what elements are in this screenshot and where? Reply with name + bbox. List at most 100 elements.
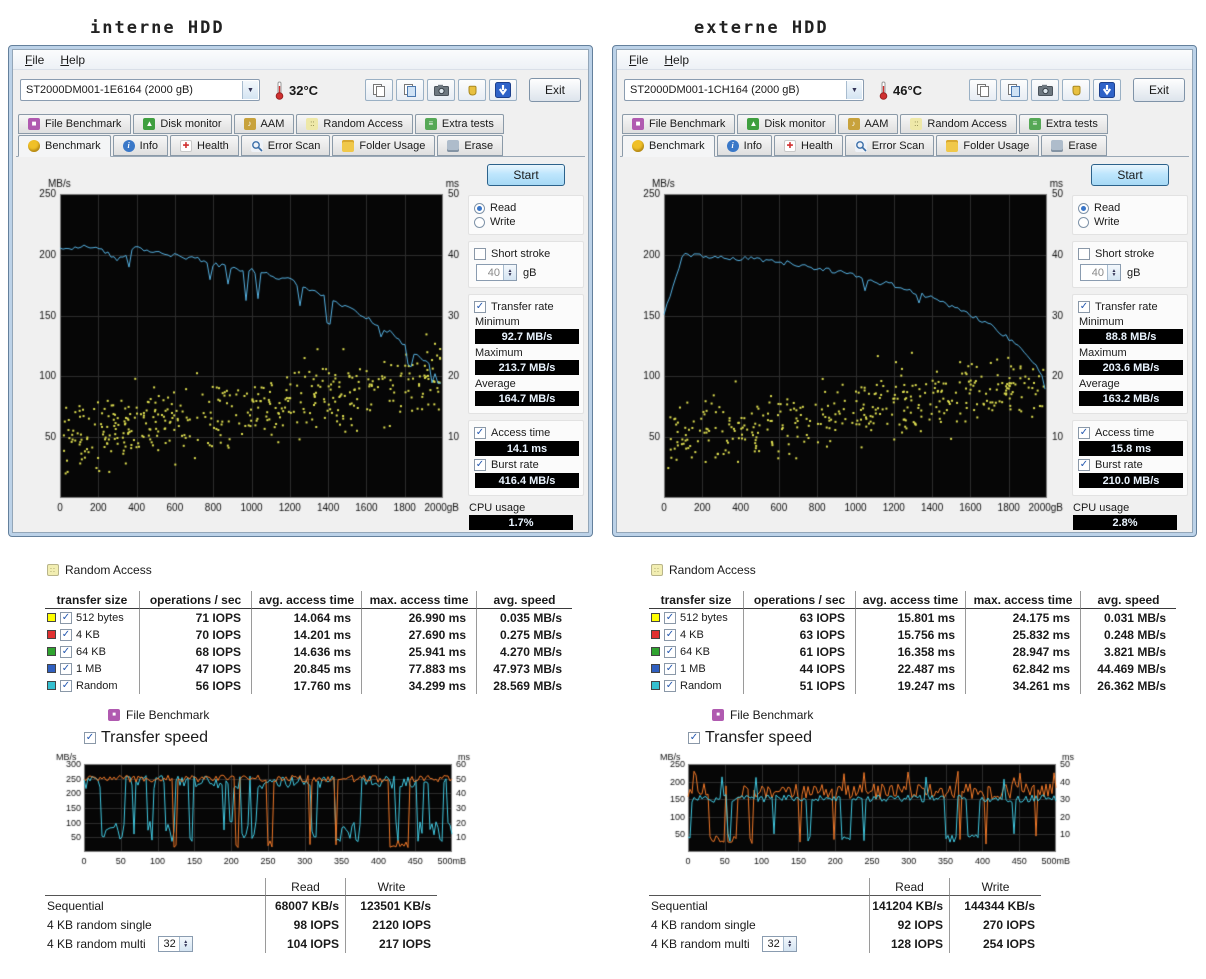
tab-erase[interactable]: Erase xyxy=(1041,135,1108,156)
drive-select[interactable]: ST2000DM001-1E6164 (2000 gB) ▼ xyxy=(20,79,260,101)
ra-series-cell: 512 bytes xyxy=(649,609,744,626)
tab-erase[interactable]: Erase xyxy=(437,135,504,156)
exit-button[interactable]: Exit xyxy=(529,78,581,102)
series-label: 512 bytes xyxy=(76,611,124,624)
transfer-rate-checkbox[interactable]: Transfer rate xyxy=(1078,301,1182,313)
tab-disk-monitor[interactable]: ▲ Disk monitor xyxy=(737,114,836,134)
spinner-arrows-icon[interactable]: ▲ ▼ xyxy=(1107,265,1120,280)
tab-file-benchmark[interactable]: ■ File Benchmark xyxy=(622,114,736,134)
ra-series-cell: 1 MB xyxy=(649,660,744,677)
read-radio[interactable]: Read xyxy=(474,202,578,214)
multi-count-field[interactable]: 32 ▲ ▼ xyxy=(761,935,797,952)
write-radio[interactable]: Write xyxy=(1078,216,1182,228)
access-time-checkbox[interactable]: Access time xyxy=(474,427,578,439)
random-access-row: 4 KB 70 IOPS14.201 ms27.690 ms 0.275 MB/s xyxy=(45,626,572,643)
start-button[interactable]: Start xyxy=(1091,164,1169,186)
series-checkbox[interactable] xyxy=(664,679,676,692)
menu-help[interactable]: Help xyxy=(52,52,93,68)
tab-label: AAM xyxy=(864,118,889,130)
tab-benchmark[interactable]: Benchmark xyxy=(622,135,715,157)
short-stroke-checkbox[interactable]: Short stroke xyxy=(474,248,578,260)
tab-folder-usage[interactable]: Folder Usage xyxy=(936,135,1040,156)
average-value: 164.7 MB/s xyxy=(475,391,579,406)
tab-folder-usage[interactable]: Folder Usage xyxy=(332,135,436,156)
menu-file[interactable]: File xyxy=(17,52,52,68)
burst-rate-checkbox[interactable]: Burst rate xyxy=(1078,459,1182,471)
spinner-arrows-icon[interactable]: ▲ ▼ xyxy=(503,265,516,280)
file-benchmark-icon: ■ xyxy=(712,709,724,721)
copy-pages-icon xyxy=(977,84,989,97)
radio-selected-icon xyxy=(1078,202,1089,214)
tab-label: Benchmark xyxy=(45,140,101,152)
tab-benchmark[interactable]: Benchmark xyxy=(18,135,111,157)
short-stroke-value-field[interactable]: 40 ▲ ▼ xyxy=(476,264,517,281)
series-checkbox[interactable] xyxy=(60,628,72,641)
file-benchmark-chart xyxy=(652,750,1092,882)
hand-button[interactable] xyxy=(1062,79,1090,101)
ra-value: 51 IOPS xyxy=(744,677,856,694)
copy-image-button[interactable] xyxy=(1000,79,1028,101)
tab-health[interactable]: ✚ Health xyxy=(774,135,843,156)
tab-info[interactable]: i Info xyxy=(112,135,168,156)
tab-disk-monitor[interactable]: ▲ Disk monitor xyxy=(133,114,232,134)
random-single-row: 4 KB random single 98 IOPS 2120 IOPS xyxy=(45,915,437,934)
series-checkbox[interactable] xyxy=(664,611,676,624)
multi-count-field[interactable]: 32 ▲ ▼ xyxy=(157,935,193,952)
transfer-speed-checkbox[interactable]: Transfer speed xyxy=(688,729,1179,747)
tab-error-scan[interactable]: Error Scan xyxy=(240,135,331,156)
ra-value: 16.358 ms xyxy=(856,643,966,660)
camera-button[interactable] xyxy=(1031,79,1059,101)
spinner-arrows-icon[interactable]: ▲ ▼ xyxy=(178,936,192,951)
short-stroke-checkbox[interactable]: Short stroke xyxy=(1078,248,1182,260)
burst-rate-checkbox[interactable]: Burst rate xyxy=(474,459,578,471)
camera-button[interactable] xyxy=(427,79,455,101)
series-checkbox[interactable] xyxy=(664,628,676,641)
access-time-checkbox[interactable]: Access time xyxy=(1078,427,1182,439)
transfer-speed-checkbox[interactable]: Transfer speed xyxy=(84,729,575,747)
write-radio[interactable]: Write xyxy=(474,216,578,228)
download-button[interactable] xyxy=(1093,79,1121,101)
minimum-value: 92.7 MB/s xyxy=(475,329,579,344)
spinner-arrows-icon[interactable]: ▲ ▼ xyxy=(782,936,796,951)
hand-button[interactable] xyxy=(458,79,486,101)
random-single-read-value: 98 IOPS xyxy=(265,915,345,934)
download-button[interactable] xyxy=(489,79,517,101)
ra-value: 47.973 MB/s xyxy=(493,661,562,676)
start-button[interactable]: Start xyxy=(487,164,565,186)
menu-file[interactable]: File xyxy=(621,52,656,68)
menu-help[interactable]: Help xyxy=(656,52,697,68)
thermometer-icon xyxy=(275,81,284,100)
series-checkbox[interactable] xyxy=(60,645,72,658)
minimum-label: Minimum xyxy=(1079,316,1124,328)
copy-image-button[interactable] xyxy=(396,79,424,101)
read-radio[interactable]: Read xyxy=(1078,202,1182,214)
tab-extra-tests[interactable]: ≡ Extra tests xyxy=(414,114,504,134)
write-label: Write xyxy=(490,216,516,228)
tab-extra-tests[interactable]: ≡ Extra tests xyxy=(1018,114,1108,134)
tab-random-access[interactable]: :: Random Access xyxy=(296,114,413,134)
series-checkbox[interactable] xyxy=(664,662,676,675)
series-checkbox[interactable] xyxy=(60,679,72,692)
drive-select-value: ST2000DM001-1E6164 (2000 gB) xyxy=(26,84,193,96)
tab-health[interactable]: ✚ Health xyxy=(170,135,239,156)
series-label: Random xyxy=(680,679,722,692)
series-color-swatch xyxy=(651,664,660,673)
hand-icon xyxy=(1072,85,1080,96)
series-checkbox[interactable] xyxy=(60,611,72,624)
tab-aam[interactable]: ♪ AAM xyxy=(837,114,899,134)
short-stroke-value-field[interactable]: 40 ▲ ▼ xyxy=(1080,264,1121,281)
drive-select[interactable]: ST2000DM001-1CH164 (2000 gB) ▼ xyxy=(624,79,864,101)
maximum-label: Maximum xyxy=(1079,347,1127,359)
series-checkbox[interactable] xyxy=(60,662,72,675)
series-checkbox[interactable] xyxy=(664,645,676,658)
copy-pages-button[interactable] xyxy=(969,79,997,101)
tab-info[interactable]: i Info xyxy=(716,135,772,156)
tab-file-benchmark[interactable]: ■ File Benchmark xyxy=(18,114,132,134)
exit-button[interactable]: Exit xyxy=(1133,78,1185,102)
tab-random-access[interactable]: :: Random Access xyxy=(900,114,1017,134)
access-burst-group: Access time 15.8 ms Burst rate 210.0 MB/… xyxy=(1072,420,1188,496)
tab-error-scan[interactable]: Error Scan xyxy=(844,135,935,156)
copy-pages-button[interactable] xyxy=(365,79,393,101)
transfer-rate-checkbox[interactable]: Transfer rate xyxy=(474,301,578,313)
tab-aam[interactable]: ♪ AAM xyxy=(233,114,295,134)
